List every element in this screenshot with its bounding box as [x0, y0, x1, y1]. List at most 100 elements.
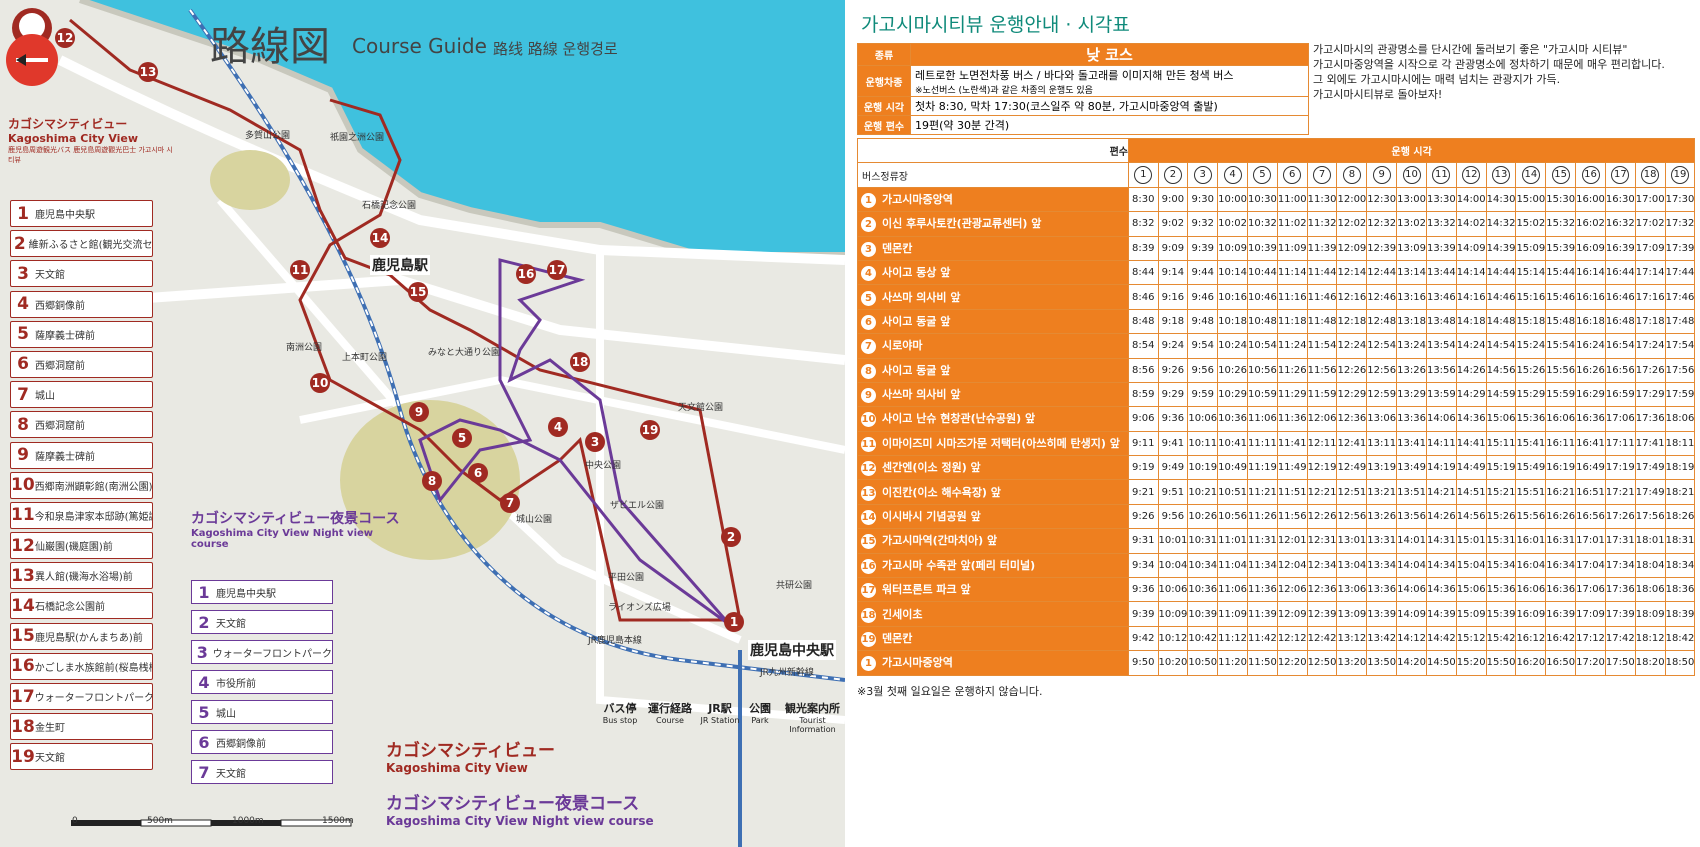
time-cell: 13:50: [1366, 650, 1398, 676]
time-cell: 17:21: [1604, 479, 1636, 505]
map-stop-4[interactable]: 4: [548, 417, 568, 437]
night-stop-list: 1 鹿児島中央駅 2 天文館 3 ウォーターフロントパーク 4 市役所前 5 城山 6 西郷銅像前 7 天…: [191, 580, 333, 790]
time-cell: 14:49: [1455, 455, 1487, 481]
night-stop-item: 4 市役所前: [191, 670, 333, 694]
time-cell: 15:46: [1545, 284, 1577, 310]
info-count-value: 19편(약 30분 간격): [910, 115, 1309, 135]
map-stop-17[interactable]: 17: [547, 260, 567, 280]
time-cell: 8:59: [1128, 381, 1159, 408]
time-cell: 9:30: [1187, 186, 1219, 213]
time-cell: 13:56: [1396, 503, 1427, 530]
map-stop-8[interactable]: 8: [422, 471, 442, 491]
time-cell: 11:12: [1217, 625, 1248, 652]
time-cell: 13:11: [1366, 430, 1398, 457]
map-stop-2[interactable]: 2: [721, 527, 741, 547]
stop-label: 天文館: [35, 753, 65, 765]
time-cell: 11:32: [1306, 211, 1338, 237]
time-cell: 16:32: [1604, 211, 1636, 237]
trip-circle: 19: [1670, 166, 1689, 185]
time-cell: 15:50: [1485, 650, 1517, 676]
time-cell: 18:04: [1634, 552, 1666, 579]
map-stop-7[interactable]: 7: [500, 493, 520, 513]
place-gionnosu: 祇園之洲公園: [330, 133, 385, 143]
bottom-title-2: Kagoshima City View: [386, 761, 528, 775]
time-cell: 14:54: [1485, 333, 1517, 359]
time-cell: 17:04: [1575, 552, 1606, 579]
time-cell: 16:30: [1604, 186, 1636, 213]
time-cell: 16:24: [1575, 333, 1606, 359]
compass-logo: [6, 8, 58, 86]
time-cell: 11:18: [1276, 308, 1308, 335]
day-stop-item: 4 西郷銅像前: [10, 290, 153, 318]
map-stop-19[interactable]: 19: [640, 420, 660, 440]
time-cell: 18:36: [1664, 577, 1696, 603]
map-stop-11[interactable]: 11: [290, 260, 310, 280]
time-cell: 10:09: [1157, 601, 1189, 627]
time-cell: 11:49: [1276, 455, 1308, 481]
map-stop-3[interactable]: 3: [585, 432, 605, 452]
time-cell: 9:18: [1157, 308, 1189, 335]
legend-head-en: Kagoshima City View: [8, 132, 139, 145]
time-cell: 17:00: [1634, 186, 1666, 213]
map-stop-12[interactable]: 12: [55, 28, 75, 48]
time-cell: 14:06: [1425, 406, 1457, 432]
map-stop-15[interactable]: 15: [408, 282, 428, 302]
header-time: 운행 시각: [1127, 137, 1696, 164]
time-cell: 14:29: [1455, 381, 1487, 408]
time-cell: 10:29: [1217, 381, 1248, 408]
day-stop-item: 9 薩摩義士碑前: [10, 441, 153, 469]
stop-number-circle: 2: [861, 217, 876, 233]
map-stop-13[interactable]: 13: [138, 62, 158, 82]
map-stop-18[interactable]: 18: [570, 352, 590, 372]
time-cell: 17:01: [1575, 528, 1606, 554]
map-stop-5[interactable]: 5: [452, 428, 472, 448]
time-cell: 15:32: [1545, 211, 1577, 237]
time-cell: 18:09: [1634, 601, 1666, 627]
blurb-line: 가고시마중앙역을 시작으로 각 관광명소에 정차하기 때문에 매우 편리합니다.: [1313, 58, 1665, 71]
stop-name: 가고시마 수족관 앞(페리 터미널): [882, 558, 1036, 572]
time-cell: 16:29: [1575, 381, 1606, 408]
night-stop-item: 1 鹿児島中央駅: [191, 580, 333, 604]
time-cell: 17:19: [1604, 455, 1636, 481]
time-cell: 14:36: [1425, 577, 1457, 603]
stop-label: 城山: [35, 391, 55, 403]
place-shiroyama: 城山公園: [516, 515, 553, 525]
map-stop-14[interactable]: 14: [370, 228, 390, 248]
map-stop-10[interactable]: 10: [310, 373, 330, 393]
time-cell: 15:12: [1455, 625, 1487, 652]
table-row: 5 사쓰마 의사비 앞 8:46 9:16 9:46 10:16 10:46 11:16 11:…: [857, 284, 1696, 310]
time-cell: 17:06: [1575, 577, 1606, 603]
time-cell: 13:24: [1396, 333, 1427, 359]
map-stop-6[interactable]: 6: [468, 463, 488, 483]
time-cell: 17:34: [1604, 552, 1636, 579]
time-cell: 11:50: [1246, 650, 1278, 676]
map-stop-16[interactable]: 16: [516, 264, 536, 284]
night-stop-item: 6 西郷銅像前: [191, 730, 333, 754]
time-cell: 14:18: [1455, 308, 1487, 335]
stop-number: 17: [11, 686, 35, 707]
time-cell: 11:51: [1276, 479, 1308, 505]
time-cell: 17:42: [1604, 625, 1636, 652]
stop-cell: 3 덴몬칸: [857, 235, 1129, 261]
trip-circle: 17: [1611, 166, 1630, 185]
map-stop-1[interactable]: 1: [724, 612, 744, 632]
time-cell: 13:56: [1425, 357, 1457, 383]
time-cell: 16:11: [1545, 430, 1577, 457]
time-cell: 14:12: [1396, 625, 1427, 652]
day-stop-item: 5 薩摩義士碑前: [10, 320, 153, 348]
time-cell: 18:20: [1634, 650, 1666, 676]
day-stop-item: 14 石橋記念公園前: [10, 592, 153, 620]
time-cell: 16:01: [1515, 528, 1547, 554]
table-row: 11 이마이즈미 시마즈가문 저택터(아쓰히메 탄생지) 앞 9:11 9:41 10:…: [857, 430, 1696, 457]
stop-number-circle: 1: [861, 192, 876, 208]
time-cell: 14:14: [1455, 259, 1487, 286]
stop-number-circle: 7: [861, 339, 876, 355]
map-title-en: Course Guide: [352, 34, 487, 58]
time-cell: 15:01: [1455, 528, 1487, 554]
map-stop-9[interactable]: 9: [409, 402, 429, 422]
trip-circle: 9: [1372, 166, 1391, 185]
time-cell: 15:06: [1485, 406, 1517, 432]
time-cell: 17:46: [1664, 284, 1696, 310]
place-jr-line: JR鹿児島本線: [588, 636, 642, 646]
time-cell: 10:01: [1157, 528, 1189, 554]
